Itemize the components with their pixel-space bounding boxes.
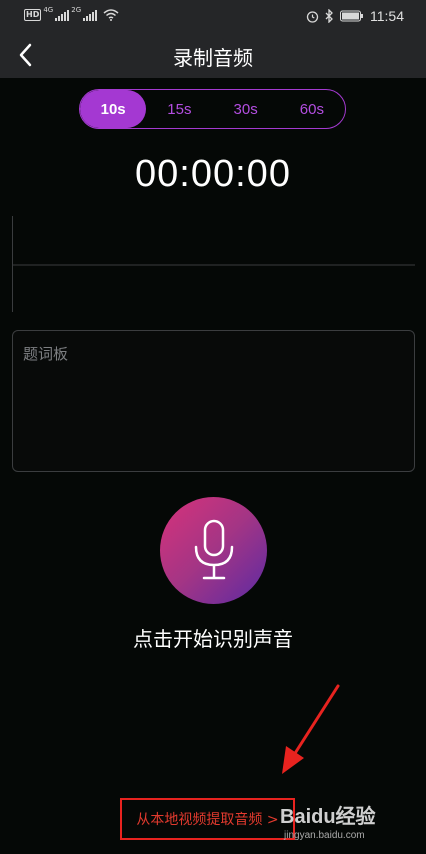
duration-option-60s[interactable]: 60s (279, 90, 345, 128)
recording-timer: 00:00:00 (135, 153, 291, 195)
annotation-arrow-icon (282, 684, 340, 774)
duration-option-30s[interactable]: 30s (213, 90, 279, 128)
battery-icon (340, 10, 363, 22)
baidu-jingyan-watermark: Baidu经验 jingyan.baidu.com (280, 800, 398, 846)
signal-icon-2 (83, 9, 98, 21)
bluetooth-icon (325, 9, 333, 23)
duration-option-15s[interactable]: 15s (146, 90, 212, 128)
watermark-logo: Baidu经验 (280, 806, 376, 828)
extract-audio-from-video-link[interactable]: 从本地视频提取音频 > (120, 798, 295, 840)
network-type-1: 4G (43, 6, 54, 14)
alarm-icon (306, 10, 319, 23)
waveform-area (12, 216, 415, 312)
watermark-url: jingyan.baidu.com (284, 830, 365, 841)
duration-selector: 10s 15s 30s 60s (79, 89, 346, 129)
wifi-icon (103, 9, 119, 21)
prompter-placeholder: 题词板 (23, 345, 69, 363)
hd-badge: HD (24, 9, 42, 21)
record-hint-label: 点击开始识别声音 (133, 627, 293, 651)
network-type-2: 2G (71, 6, 82, 14)
header-bar: 录制音频 (0, 34, 426, 78)
duration-option-10s[interactable]: 10s (80, 90, 147, 128)
microphone-icon (194, 519, 233, 579)
status-right: 11:54 (306, 8, 404, 24)
status-left: HD 4G 2G (24, 6, 119, 21)
prompter-textarea[interactable]: 题词板 (12, 330, 415, 472)
status-bar: HD 4G 2G 11:54 (0, 0, 426, 34)
status-time: 11:54 (370, 8, 404, 24)
record-button[interactable] (160, 497, 267, 604)
page-title: 录制音频 (173, 46, 253, 70)
signal-icon (55, 9, 70, 21)
